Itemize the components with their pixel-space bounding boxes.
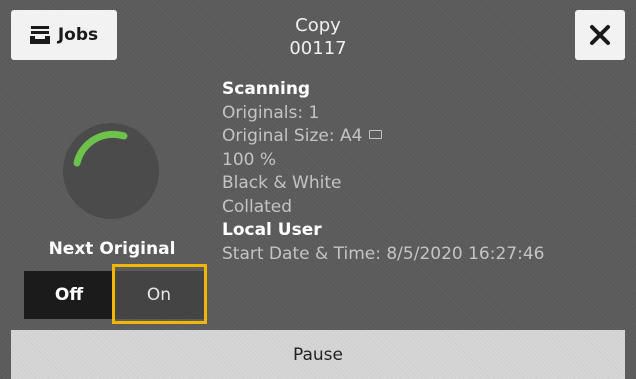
- job-number: 00117: [289, 38, 347, 59]
- collation: Collated: [222, 196, 293, 217]
- originals-count: Originals: 1: [222, 102, 320, 123]
- page-title: Copy: [295, 15, 341, 36]
- pause-label: Pause: [293, 344, 343, 365]
- original-size: Original Size: A4: [222, 126, 363, 146]
- close-icon: [590, 25, 610, 45]
- job-status-panel: Scanning Originals: 1 Original Size: A4 …: [222, 78, 544, 266]
- next-original-label: Next Original: [48, 239, 176, 259]
- pause-button[interactable]: Pause: [11, 330, 625, 379]
- original-size-row: Original Size: A4: [222, 125, 544, 149]
- next-original-off-button[interactable]: Off: [24, 271, 114, 319]
- close-button[interactable]: [575, 10, 625, 60]
- color-mode: Black & White: [222, 173, 342, 193]
- scale-value: 100 %: [222, 149, 277, 170]
- progress-spinner-icon: [63, 123, 159, 219]
- scanning-title: Scanning: [222, 79, 311, 99]
- start-date-time: Start Date & Time: 8/5/2020 16:27:46: [222, 243, 545, 264]
- selection-highlight: [112, 264, 207, 324]
- next-original-off-label: Off: [54, 285, 84, 305]
- paper-size-icon: [369, 130, 383, 139]
- user-name: Local User: [222, 220, 322, 240]
